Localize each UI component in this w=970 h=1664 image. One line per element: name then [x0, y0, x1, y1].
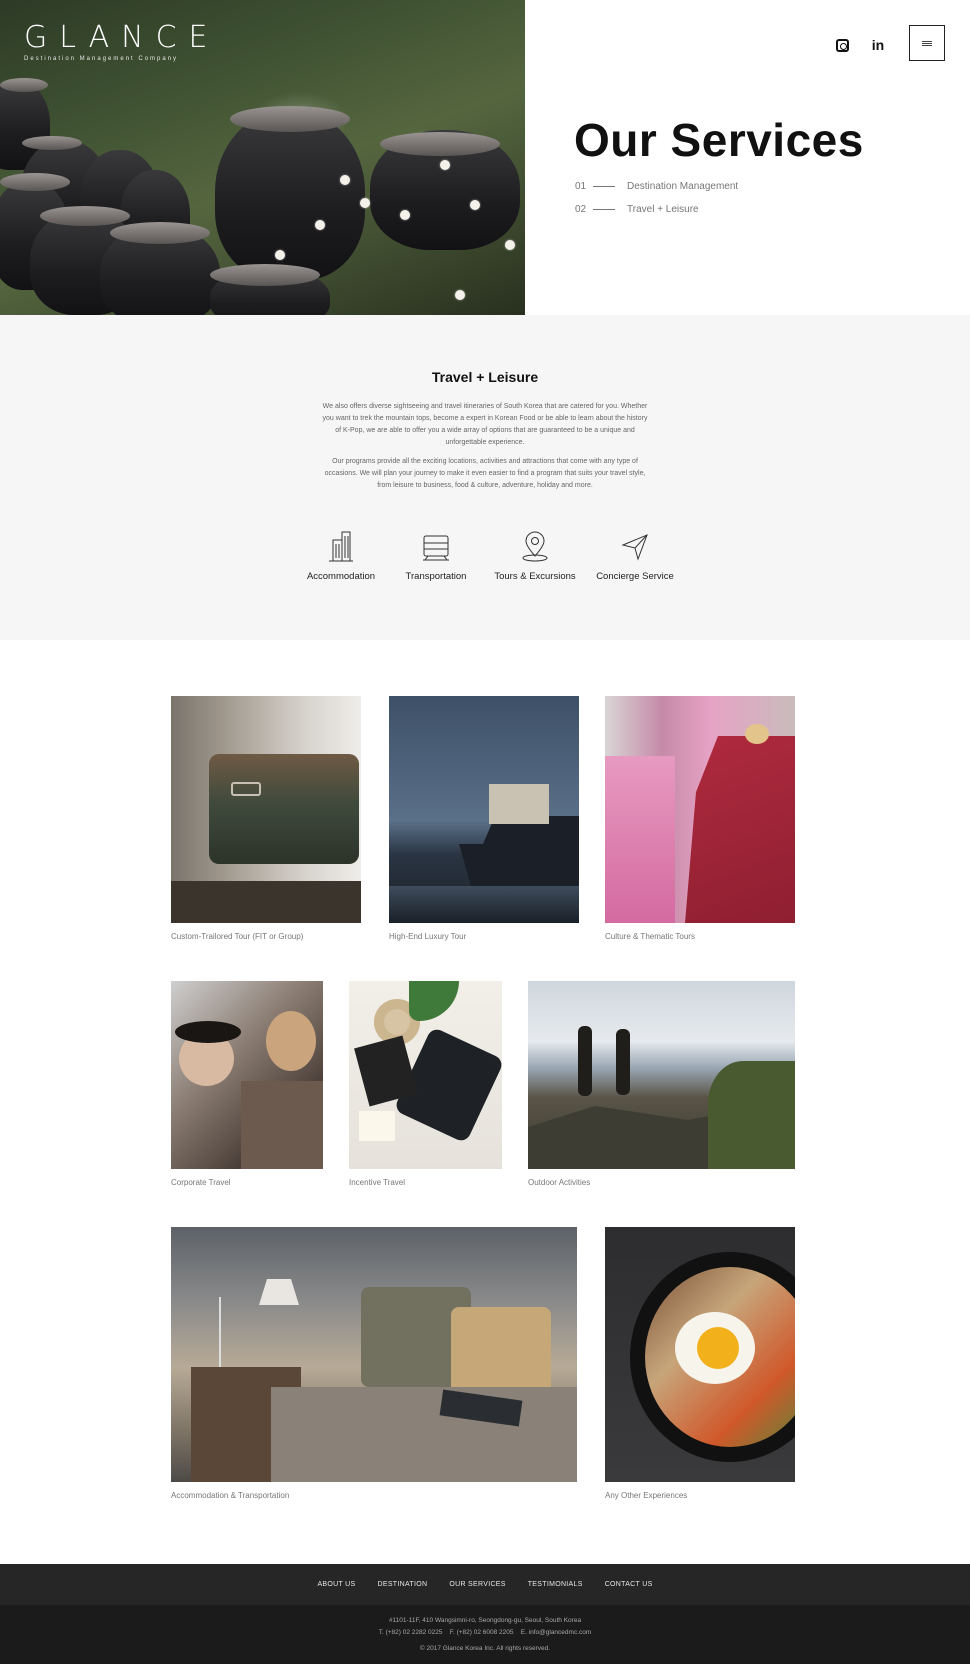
- menu-button[interactable]: [909, 25, 945, 61]
- section-paragraph: Our programs provide all the exciting lo…: [324, 458, 646, 489]
- footer-contact: T. (+82) 02 2282 0225 F. (+82) 02 6008 2…: [378, 1629, 592, 1636]
- instagram-icon[interactable]: [832, 35, 852, 55]
- feature-label: Transportation: [405, 571, 467, 582]
- gallery-image-incentive-travel[interactable]: [349, 981, 502, 1169]
- gallery-caption: Any Other Experiences: [605, 1491, 688, 1500]
- brand-name: GLANCE: [24, 20, 220, 55]
- brand-logo[interactable]: GLANCE Destination Management Company: [24, 20, 220, 63]
- dash-line: [593, 186, 615, 187]
- footer-link-about-us[interactable]: ABOUT US: [317, 1581, 355, 1588]
- footer-link-our-services[interactable]: OUR SERVICES: [449, 1581, 505, 1588]
- gallery-caption: Corporate Travel: [171, 1178, 231, 1187]
- gallery-caption: Outdoor Activities: [528, 1178, 591, 1187]
- gallery-caption: Incentive Travel: [349, 1178, 406, 1187]
- gallery-image-outdoor-activities[interactable]: [528, 981, 795, 1169]
- gallery-caption: Accommodation & Transportation: [171, 1491, 290, 1500]
- gallery-caption: Culture & Thematic Tours: [605, 932, 695, 941]
- travel-leisure-section: Travel + Leisure We also offers diverse …: [0, 315, 970, 640]
- footer-link-testimonials[interactable]: TESTIMONIALS: [528, 1581, 583, 1588]
- footer-address: #1101-11F, 410 Wangsimni-ro, Seongdong-g…: [388, 1617, 582, 1624]
- footer-copyright: © 2017 Glance Korea Inc. All rights rese…: [419, 1645, 551, 1652]
- gallery-caption: High-End Luxury Tour: [389, 932, 467, 941]
- gallery-image-corporate-travel[interactable]: [171, 981, 323, 1169]
- gallery-image-luxury-tour[interactable]: [389, 696, 579, 923]
- menu-icon: [922, 40, 932, 46]
- feature-concierge-service: Concierge Service: [580, 530, 690, 582]
- linkedin-icon[interactable]: in: [868, 35, 888, 55]
- service-link-number: 01: [575, 181, 587, 192]
- gallery-image-custom-tour[interactable]: [171, 696, 361, 923]
- service-link-travel-leisure[interactable]: 02 Travel + Leisure: [575, 204, 699, 215]
- feature-label: Tours & Excursions: [494, 571, 576, 582]
- brand-tagline: Destination Management Company: [24, 56, 179, 62]
- footer-info: #1101-11F, 410 Wangsimni-ro, Seongdong-g…: [0, 1605, 970, 1664]
- service-link-destination-management[interactable]: 01 Destination Management: [575, 181, 738, 192]
- gallery-image-accommodation[interactable]: [171, 1227, 577, 1482]
- footer-link-contact-us[interactable]: CONTACT US: [605, 1581, 653, 1588]
- feature-label: Concierge Service: [596, 571, 674, 582]
- gallery-image-culture-tours[interactable]: [605, 696, 795, 923]
- service-link-label: Travel + Leisure: [627, 204, 699, 215]
- footer-nav: ABOUT US DESTINATION OUR SERVICES TESTIM…: [0, 1564, 970, 1605]
- train-icon: [423, 535, 449, 561]
- map-pin-icon: [522, 531, 548, 562]
- hero-section: GLANCE Destination Management Company in…: [0, 0, 970, 315]
- gallery-image-other-experiences[interactable]: [605, 1227, 795, 1482]
- section-paragraph: We also offers diverse sightseeing and t…: [322, 403, 648, 446]
- feature-transportation: Transportation: [381, 530, 491, 582]
- gallery-caption: Custom-Trailored Tour (FIT or Group): [171, 932, 304, 941]
- section-title: Travel + Leisure: [431, 369, 539, 385]
- service-link-number: 02: [575, 204, 587, 215]
- paper-plane-icon: [621, 534, 648, 561]
- page-title: Our Services: [574, 114, 864, 166]
- service-link-label: Destination Management: [627, 181, 739, 192]
- feature-accommodation: Accommodation: [286, 530, 396, 582]
- footer-link-destination[interactable]: DESTINATION: [378, 1581, 428, 1588]
- building-icon: [329, 531, 353, 562]
- feature-label: Accommodation: [306, 571, 376, 582]
- feature-tours-excursions: Tours & Excursions: [480, 530, 590, 582]
- dash-line: [593, 209, 615, 210]
